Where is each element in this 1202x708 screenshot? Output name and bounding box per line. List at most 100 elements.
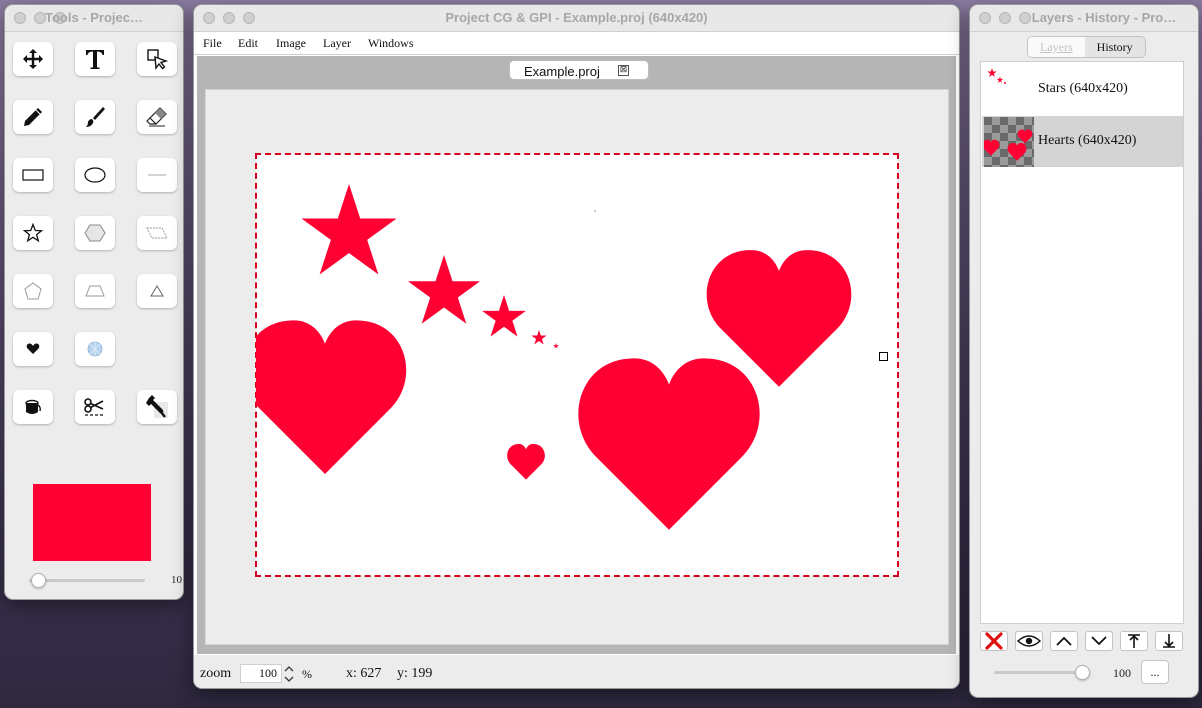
menu-image[interactable]: Image — [276, 36, 306, 51]
brush-size-slider-knob[interactable] — [31, 573, 47, 588]
brush-size-slider[interactable] — [29, 579, 145, 582]
trapezoid-tool-button[interactable] — [75, 274, 115, 308]
cut-tool-button[interactable] — [75, 390, 115, 424]
delete-x-icon — [985, 632, 1003, 650]
text-T-icon — [86, 50, 104, 69]
heart-shape — [507, 443, 545, 480]
paint-bucket-icon — [25, 399, 41, 414]
layer-row-hearts[interactable]: Hearts (640x420) — [982, 116, 1183, 167]
tools-window-title: Tools - Projec… — [45, 10, 143, 25]
menu-file[interactable]: File — [203, 36, 222, 51]
line-tool-button[interactable] — [137, 158, 177, 192]
pencil-tool-button[interactable] — [13, 100, 53, 134]
menu-layer[interactable]: Layer — [323, 36, 351, 51]
tab-history[interactable]: History — [1084, 37, 1145, 57]
hexagon-tool-button[interactable] — [75, 216, 115, 250]
cursor-x: x: 627 — [346, 666, 382, 681]
zoom-label: zoom — [200, 666, 232, 681]
menu-windows[interactable]: Windows — [368, 36, 414, 51]
heart-tool-button[interactable] — [13, 332, 53, 366]
drawing-canvas[interactable] — [255, 153, 899, 577]
eyedropper-tool-button[interactable] — [137, 390, 177, 424]
chevron-up-icon — [1056, 636, 1072, 646]
resize-handle[interactable] — [879, 352, 888, 361]
cursor-y: y: 199 — [397, 666, 433, 681]
opacity-value: 100 — [1113, 666, 1131, 680]
zoom-unit: % — [302, 667, 312, 681]
heart-icon — [26, 343, 40, 354]
document-area: Example.proj ⊠ — [197, 56, 956, 654]
main-titlebar: Project CG & GPI - Example.proj (640x420… — [194, 5, 959, 32]
stray-dot — [594, 210, 596, 212]
layer-thumbnail-stars — [987, 68, 1006, 84]
move-arrows-icon — [23, 49, 43, 69]
more-options-label: ... — [1150, 664, 1160, 679]
tools-window: Tools - Projec… 10 — [4, 4, 184, 600]
layer-name: Hearts (640x420) — [1038, 133, 1137, 148]
layer-thumbnail-hearts — [984, 117, 1034, 167]
parallelogram-tool-button[interactable] — [137, 216, 177, 250]
document-tab[interactable]: Example.proj ⊠ — [509, 60, 649, 80]
arrow-to-top-icon — [1128, 634, 1140, 648]
layers-titlebar: Layers - History - Pro… — [970, 5, 1198, 32]
menu-bar: File Edit Image Layer Windows — [194, 32, 959, 55]
scissors-icon — [84, 398, 105, 416]
heart-shape — [256, 320, 407, 474]
main-window-title: Project CG & GPI - Example.proj (640x420… — [445, 10, 708, 25]
close-tab-icon[interactable]: ⊠ — [618, 65, 629, 76]
move-layer-up-button[interactable] — [1050, 631, 1078, 651]
star-shape — [531, 330, 547, 345]
gradient-tool-button[interactable] — [75, 332, 115, 366]
star-shape — [482, 295, 526, 337]
layers-window: Layers - History - Pro… Layers History S… — [969, 4, 1199, 698]
layers-window-title: Layers - History - Pro… — [1031, 10, 1177, 25]
star-shape — [407, 255, 481, 324]
layers-history-segmented-control: Layers History — [1027, 36, 1146, 58]
eye-icon — [1017, 635, 1041, 647]
move-layer-down-button[interactable] — [1085, 631, 1113, 651]
triangle-tool-button[interactable] — [137, 274, 177, 308]
layer-list: Stars (640x420) Hearts (640x420) — [980, 61, 1184, 624]
eyedropper-icon — [146, 395, 168, 418]
select-tool-button[interactable] — [137, 42, 177, 76]
more-options-button[interactable]: ... — [1141, 660, 1169, 684]
bucket-tool-button[interactable] — [13, 390, 53, 424]
chevron-down-icon — [1091, 636, 1107, 646]
star-tool-button[interactable] — [13, 216, 53, 250]
opacity-slider-knob[interactable] — [1075, 665, 1091, 680]
star-shape — [301, 184, 397, 275]
brush-tool-button[interactable] — [75, 100, 115, 134]
trapezoid-icon — [85, 285, 105, 297]
pointer-select-icon — [147, 49, 168, 70]
zoom-stepper-icon[interactable] — [283, 664, 295, 684]
close-light[interactable] — [979, 12, 991, 24]
delete-layer-button[interactable] — [980, 631, 1008, 651]
tab-layers[interactable]: Layers — [1028, 37, 1085, 57]
canvas-drawing — [256, 184, 852, 530]
document-tab-label: Example.proj — [524, 64, 600, 79]
star-shape — [553, 343, 559, 349]
main-window: Project CG & GPI - Example.proj (640x420… — [193, 4, 960, 689]
gradient-ball-icon — [87, 341, 103, 357]
zoom-input[interactable]: 100 — [240, 664, 282, 683]
rectangle-icon — [22, 169, 44, 181]
move-tool-button[interactable] — [13, 42, 53, 76]
toggle-visibility-button[interactable] — [1015, 631, 1043, 651]
move-layer-bottom-button[interactable] — [1155, 631, 1183, 651]
menu-edit[interactable]: Edit — [238, 36, 258, 51]
brush-icon — [86, 107, 105, 127]
triangle-icon — [150, 285, 164, 297]
rectangle-tool-button[interactable] — [13, 158, 53, 192]
status-bar: zoom 100 % x: 627 y: 199 — [194, 655, 959, 688]
move-layer-top-button[interactable] — [1120, 631, 1148, 651]
pencil-icon — [24, 108, 42, 126]
layer-row-stars[interactable]: Stars (640x420) — [982, 64, 1183, 115]
arrow-to-bottom-icon — [1163, 634, 1175, 648]
ellipse-tool-button[interactable] — [75, 158, 115, 192]
text-tool-button[interactable] — [75, 42, 115, 76]
pentagon-icon — [24, 282, 42, 300]
heart-shape — [578, 358, 760, 530]
pentagon-tool-button[interactable] — [13, 274, 53, 308]
eraser-tool-button[interactable] — [137, 100, 177, 134]
color-swatch[interactable] — [33, 484, 151, 561]
